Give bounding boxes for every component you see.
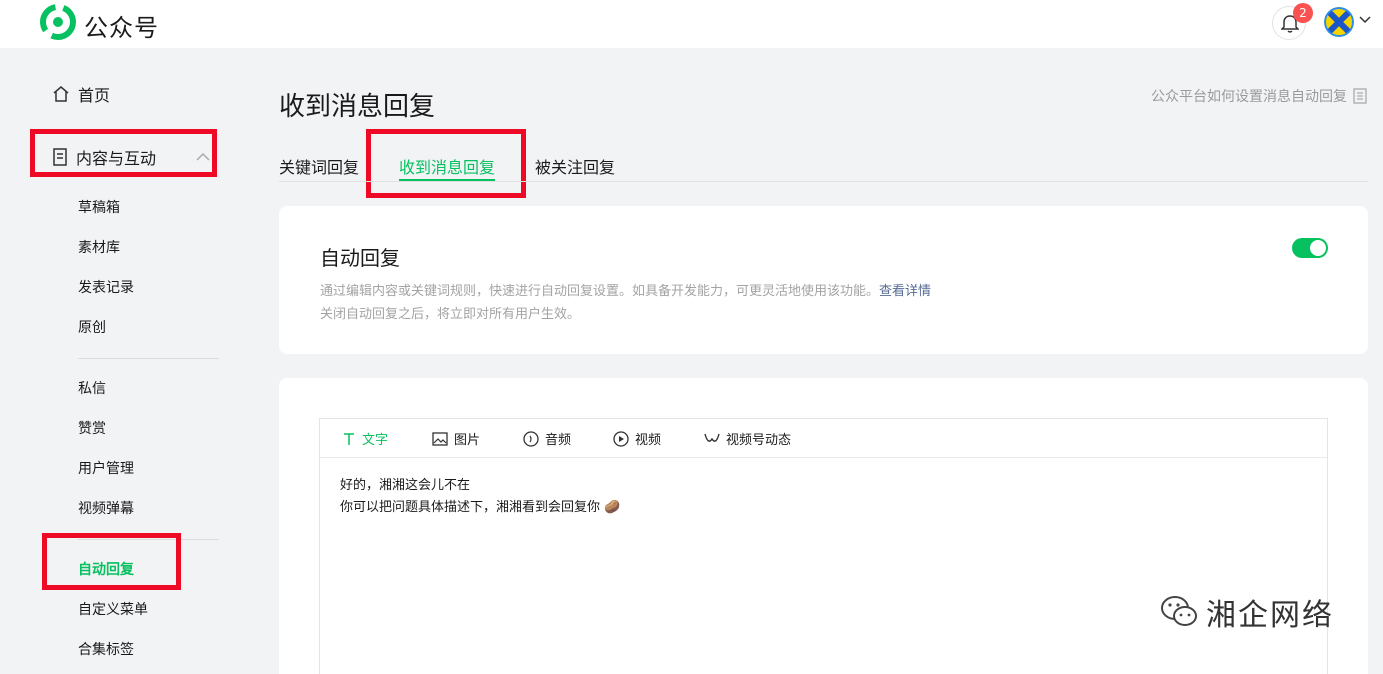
top-bar: 公众号 2 bbox=[0, 0, 1383, 48]
view-details-link[interactable]: 查看详情 bbox=[879, 284, 931, 299]
tab-video[interactable]: 视频 bbox=[613, 429, 661, 448]
watermark: 湘企网络 bbox=[1160, 590, 1334, 634]
channels-icon bbox=[704, 433, 720, 442]
sidebar-item-rewards[interactable]: 赞赏 bbox=[78, 419, 106, 439]
tab-follow-reply[interactable]: 被关注回复 bbox=[535, 154, 615, 181]
audio-icon bbox=[523, 430, 539, 447]
sidebar-item-home[interactable]: 首页 bbox=[52, 82, 110, 106]
reply-text-area[interactable]: 好的，湘湘这会儿不在 你可以把问题具体描述下，湘湘看到会回复你 🥔 bbox=[340, 475, 620, 519]
wechat-logo-icon[interactable] bbox=[40, 4, 76, 40]
reply-line: 好的，湘湘这会儿不在 bbox=[340, 478, 471, 493]
text-icon bbox=[344, 432, 354, 445]
image-icon bbox=[432, 431, 448, 446]
auto-reply-note: 关闭自动回复之后，将立即对所有用户生效。 bbox=[320, 307, 581, 322]
avatar[interactable] bbox=[1324, 7, 1354, 37]
reply-editor: 文字 图片 音频 视频 视频号动态 好的，湘湘这会儿不在 你可以把问题具体描述下… bbox=[319, 418, 1328, 674]
tab-image[interactable]: 图片 bbox=[432, 429, 480, 448]
sidebar-item-drafts[interactable]: 草稿箱 bbox=[78, 198, 120, 218]
sidebar-item-materials[interactable]: 素材库 bbox=[78, 238, 120, 258]
help-link-label: 公众平台如何设置消息自动回复 bbox=[1151, 89, 1347, 105]
toggle-knob bbox=[1310, 240, 1326, 256]
page-title: 收到消息回复 bbox=[279, 92, 436, 122]
sidebar-item-messages[interactable]: 私信 bbox=[78, 379, 106, 399]
tab-label: 视频 bbox=[635, 433, 662, 448]
tab-label: 图片 bbox=[454, 433, 481, 448]
tab-keyword-reply[interactable]: 关键词回复 bbox=[279, 154, 359, 181]
avatar-image-icon bbox=[1324, 7, 1354, 37]
highlight-box-auto-reply bbox=[42, 533, 181, 590]
auto-reply-description: 通过编辑内容或关键词规则，快速进行自动回复设置。如具备开发能力，可更灵活地使用该… bbox=[320, 280, 931, 299]
chevron-down-icon[interactable] bbox=[1359, 16, 1371, 24]
highlight-box-content bbox=[30, 129, 217, 177]
reply-tabs: 关键词回复 收到消息回复 被关注回复 bbox=[279, 150, 1368, 182]
tab-audio[interactable]: 音频 bbox=[523, 429, 571, 448]
description-text: 通过编辑内容或关键词规则，快速进行自动回复设置。如具备开发能力，可更灵活地使用该… bbox=[320, 284, 880, 299]
auto-reply-toggle[interactable] bbox=[1292, 238, 1328, 258]
sidebar-item-video-danmaku[interactable]: 视频弹幕 bbox=[78, 499, 134, 519]
document-icon bbox=[1353, 88, 1367, 104]
sidebar-divider bbox=[78, 358, 219, 359]
editor-type-tabs: 文字 图片 音频 视频 视频号动态 bbox=[320, 419, 1327, 458]
sidebar-item-user-management[interactable]: 用户管理 bbox=[78, 459, 134, 479]
potato-emoji: 🥔 bbox=[604, 500, 621, 515]
wechat-icon bbox=[1161, 596, 1197, 626]
tab-label: 文字 bbox=[362, 433, 389, 448]
play-icon bbox=[613, 430, 629, 447]
tab-channels[interactable]: 视频号动态 bbox=[704, 429, 791, 448]
reply-line: 你可以把问题具体描述下，湘湘看到会回复你 bbox=[340, 500, 601, 515]
tab-label: 视频号动态 bbox=[726, 433, 792, 448]
sidebar-item-label: 首页 bbox=[78, 86, 111, 105]
home-icon bbox=[53, 86, 69, 102]
help-link[interactable]: 公众平台如何设置消息自动回复 bbox=[1151, 86, 1367, 106]
watermark-text: 湘企网络 bbox=[1206, 598, 1334, 633]
sidebar-item-custom-menu[interactable]: 自定义菜单 bbox=[78, 600, 148, 620]
tab-message-reply[interactable]: 收到消息回复 bbox=[399, 154, 496, 181]
tab-text[interactable]: 文字 bbox=[342, 429, 388, 448]
sidebar-item-publish-history[interactable]: 发表记录 bbox=[78, 278, 134, 298]
notification-badge: 2 bbox=[1293, 3, 1313, 23]
brand-name[interactable]: 公众号 bbox=[84, 8, 159, 43]
sidebar-item-original[interactable]: 原创 bbox=[78, 318, 106, 338]
sidebar-item-collection-tags[interactable]: 合集标签 bbox=[78, 640, 134, 660]
auto-reply-card: 自动回复 通过编辑内容或关键词规则，快速进行自动回复设置。如具备开发能力，可更灵… bbox=[279, 206, 1368, 354]
tab-label: 音频 bbox=[545, 433, 572, 448]
auto-reply-title: 自动回复 bbox=[320, 246, 400, 270]
reply-line-2: 你可以把问题具体描述下，湘湘看到会回复你 🥔 bbox=[340, 497, 620, 519]
